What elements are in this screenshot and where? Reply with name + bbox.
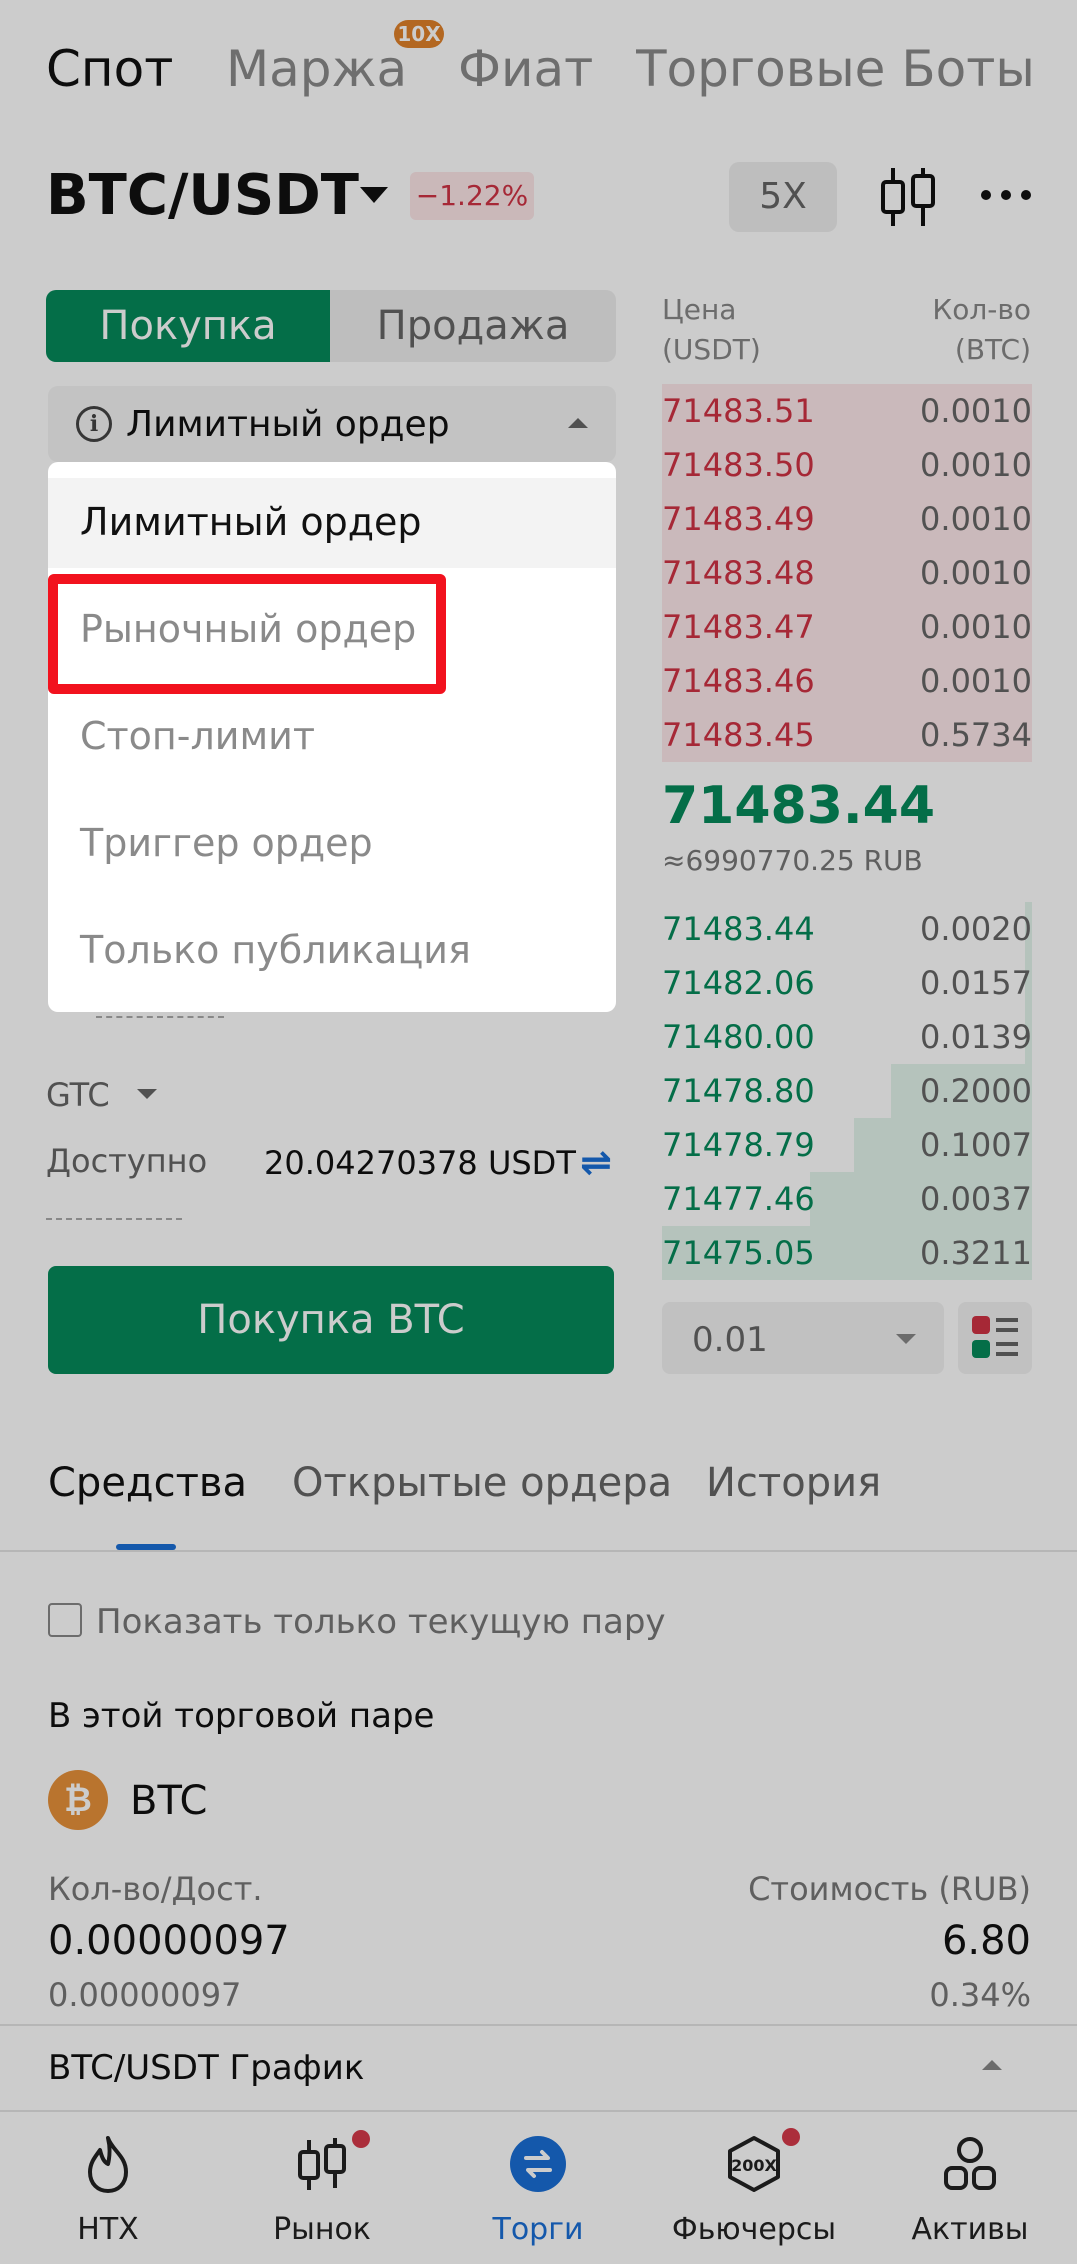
dropdown-option-label: Стоп-лимит [80, 714, 315, 758]
highlight-box [48, 574, 446, 694]
dropdown-option[interactable]: Триггер ордер [48, 799, 616, 889]
dropdown-option-label: Только публикация [80, 928, 471, 972]
dropdown-option-label: Лимитный ордер [80, 500, 422, 544]
dropdown-option[interactable]: Только публикация [48, 906, 616, 996]
dropdown-option[interactable]: Стоп-лимит [48, 692, 616, 782]
dropdown-option[interactable]: Лимитный ордер [48, 478, 616, 568]
modal-backdrop[interactable] [0, 0, 1077, 2264]
dropdown-option-label: Триггер ордер [80, 821, 373, 865]
